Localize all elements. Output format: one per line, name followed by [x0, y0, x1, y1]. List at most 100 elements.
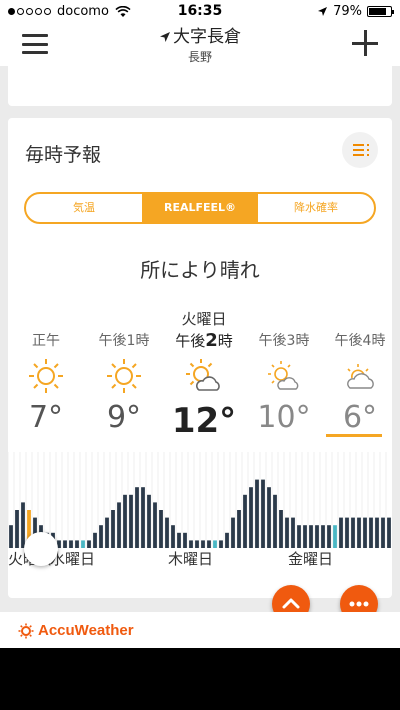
chart-bar — [219, 540, 223, 548]
chart-bar — [111, 510, 115, 548]
chart-bar — [267, 487, 271, 548]
hour-label-number: 2 — [205, 330, 218, 351]
chart-bar — [195, 540, 199, 548]
chart-bar — [321, 525, 325, 548]
chart-bar — [231, 517, 235, 548]
location-services-icon — [318, 7, 328, 16]
day-label-friday: 金曜日 — [288, 550, 334, 568]
chart-bar — [333, 525, 337, 548]
chart-bar — [375, 517, 379, 548]
app-header: 大字長倉 長野 — [0, 22, 400, 66]
chart-bar — [159, 510, 163, 548]
chart-bar — [207, 540, 211, 548]
chart-bar — [243, 494, 247, 548]
chart-bar — [189, 540, 193, 548]
tab-temperature[interactable]: 気温 — [26, 194, 142, 222]
chart-bar — [255, 479, 259, 548]
hour-temperature: 10° — [257, 400, 311, 435]
previous-card — [8, 66, 392, 106]
location-name: 大字長倉 — [173, 27, 241, 47]
chart-bar — [381, 517, 385, 548]
chart-bar — [291, 517, 295, 548]
cloudy-sun-icon — [347, 364, 374, 389]
chart-bar — [81, 540, 85, 548]
day-labels: 火曜日 水曜日 木曜日 金曜日 — [8, 548, 392, 572]
location-region: 長野 — [187, 50, 212, 64]
hour-temperature: 12° — [171, 401, 237, 441]
hour-label-prefix: 午後 — [175, 332, 206, 350]
chart-bar — [99, 525, 103, 548]
chart-bar — [327, 525, 331, 548]
status-bar: docomo 16:35 79% — [0, 0, 400, 22]
chart-bar — [21, 502, 25, 548]
chart-bar — [351, 517, 355, 548]
list-view-button[interactable] — [342, 132, 378, 168]
hour-label: 午後3時 — [258, 333, 310, 349]
timeline-scrubber[interactable] — [24, 532, 58, 566]
chart-bar — [363, 517, 367, 548]
battery-percent: 79% — [333, 4, 362, 19]
chart-bar — [15, 510, 19, 548]
hour-item[interactable]: 午後3時 10° — [244, 308, 324, 435]
chart-bar — [225, 532, 229, 548]
chart-bar — [357, 517, 361, 548]
day-label-thursday: 木曜日 — [168, 550, 214, 568]
accuweather-sun-icon — [18, 623, 34, 638]
hour-temperature: 9° — [106, 400, 142, 435]
bottom-bar — [0, 648, 400, 710]
chart-bar — [339, 517, 343, 548]
chart-bar — [285, 517, 289, 548]
chart-bar — [135, 487, 139, 548]
brand-name: AccuWeather — [38, 622, 134, 639]
chart-bar — [387, 517, 391, 548]
hourly-forecast-card: 毎時予報 気温 REALFEEL® 降水確率 所により晴れ 正午 7° 午後1時… — [8, 118, 392, 598]
hour-item-selected[interactable]: 火曜日 午後2時 12° — [164, 308, 244, 441]
partly-sunny-icon — [186, 359, 220, 391]
chart-bar — [273, 494, 277, 548]
hour-day: 火曜日 — [181, 310, 227, 328]
chart-bar — [105, 517, 109, 548]
realfeel-bar-chart[interactable] — [8, 452, 392, 552]
sun-icon — [29, 359, 63, 393]
hour-label: 午後2時 — [164, 330, 244, 351]
partly-sunny-icon — [268, 361, 299, 390]
hourly-strip[interactable]: 正午 7° 午後1時 9° 火曜日 午後2時 12° 午後3時 10° 午後4時… — [8, 308, 392, 448]
card-title: 毎時予報 — [25, 144, 102, 166]
hour-item[interactable]: 午後4時 6° — [320, 308, 392, 435]
plus-icon[interactable] — [352, 30, 378, 56]
chart-bar — [171, 525, 175, 548]
hour-label: 午後4時 — [334, 333, 386, 349]
chart-bar — [63, 540, 67, 548]
chart-bar — [153, 502, 157, 548]
chart-bar — [165, 517, 169, 548]
chart-bar — [261, 479, 265, 548]
hour-item[interactable]: 午後1時 9° — [84, 308, 164, 435]
hour-label: 正午 — [32, 333, 60, 349]
weather-condition: 所により晴れ — [140, 258, 260, 282]
chart-bar — [75, 540, 79, 548]
hour-temperature: 7° — [28, 400, 64, 435]
footer: AccuWeather — [0, 612, 400, 648]
location-title[interactable]: 大字長倉 長野 — [0, 22, 400, 65]
hour-item[interactable]: 正午 7° — [8, 308, 86, 435]
chart-bar — [213, 540, 217, 548]
chart-bar — [345, 517, 349, 548]
chart-bar — [9, 525, 13, 548]
tab-precipitation[interactable]: 降水確率 — [258, 194, 374, 222]
chart-bar — [249, 487, 253, 548]
battery-icon — [367, 6, 394, 17]
accuweather-logo[interactable]: AccuWeather — [18, 622, 134, 639]
chart-bar — [183, 532, 187, 548]
tab-realfeel[interactable]: REALFEEL® — [142, 194, 258, 222]
chart-bar — [141, 487, 145, 548]
chart-bar — [201, 540, 205, 548]
chart-bar — [279, 510, 283, 548]
location-arrow-icon — [160, 32, 170, 42]
chart-bar — [177, 532, 181, 548]
chart-bar — [93, 532, 97, 548]
chart-bar — [369, 517, 373, 548]
chart-bar — [147, 494, 151, 548]
chart-bar — [69, 540, 73, 548]
chart-bar — [303, 525, 307, 548]
chart-bar — [309, 525, 313, 548]
